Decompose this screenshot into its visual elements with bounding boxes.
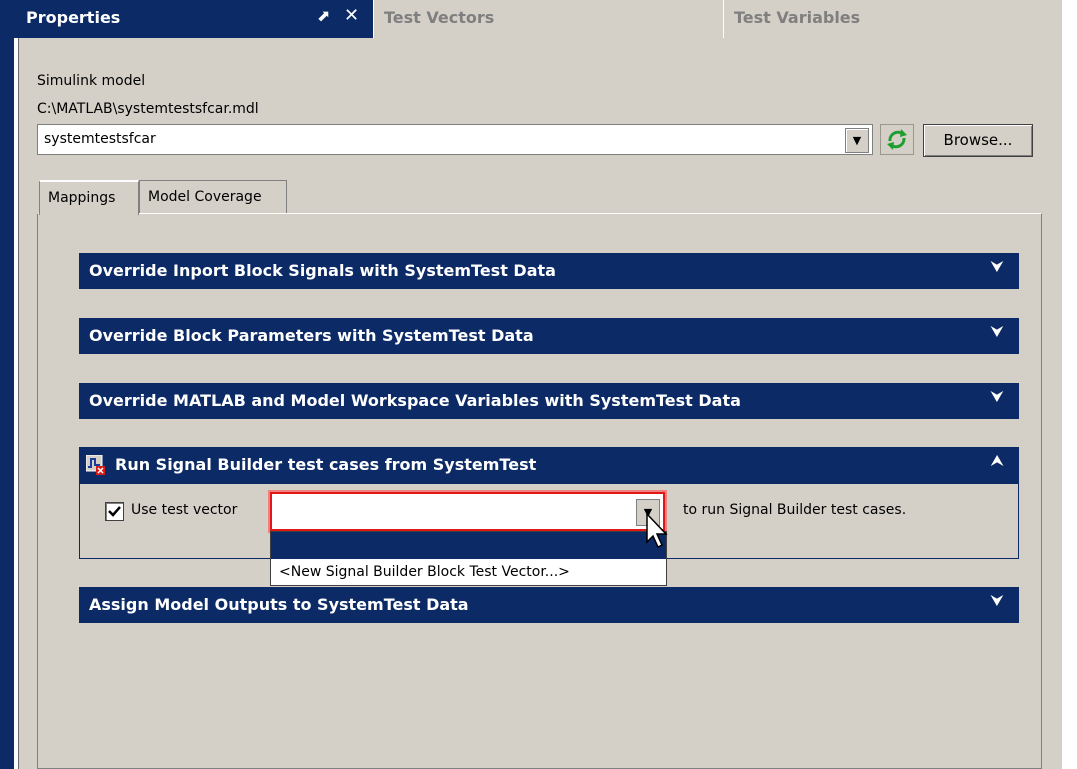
test-vector-dropdown-list: <New Signal Builder Block Test Vector...…: [270, 531, 667, 586]
section-params-header[interactable]: Override Block Parameters with SystemTes…: [79, 318, 1019, 354]
dropdown-option-new-test-vector[interactable]: <New Signal Builder Block Test Vector...…: [279, 564, 570, 580]
model-select[interactable]: systemtestsfcar ▼: [37, 124, 873, 155]
close-icon[interactable]: ✕: [344, 5, 359, 26]
chevron-down-double-icon[interactable]: ⮟: [991, 389, 1003, 405]
browse-button[interactable]: Browse...: [923, 124, 1033, 157]
tab-test-variables-label: Test Variables: [734, 8, 861, 27]
use-test-vector-label: Use test vector: [131, 502, 238, 518]
tab-model-coverage[interactable]: Model Coverage: [139, 180, 287, 214]
window-frame-right: [1062, 0, 1077, 769]
signal-builder-icon: [86, 455, 105, 475]
chevron-down-double-icon[interactable]: ⮟: [991, 259, 1003, 275]
section-outputs-header[interactable]: Assign Model Outputs to SystemTest Data …: [79, 587, 1019, 623]
tab-properties-label: Properties: [26, 8, 121, 27]
section-workspace-header[interactable]: Override MATLAB and Model Workspace Vari…: [79, 383, 1019, 419]
section-params-title: Override Block Parameters with SystemTes…: [89, 326, 534, 345]
tab-mappings[interactable]: Mappings: [39, 180, 139, 215]
tab-test-vectors-label: Test Vectors: [384, 8, 495, 27]
chevron-down-double-icon[interactable]: ⮟: [991, 324, 1003, 340]
refresh-icon: [887, 129, 907, 150]
section-outputs-title: Assign Model Outputs to SystemTest Data: [89, 595, 469, 614]
chevron-up-double-icon[interactable]: ⮝: [991, 453, 1003, 469]
section-inport-header[interactable]: Override Inport Block Signals with Syste…: [79, 253, 1019, 289]
simulink-model-label: Simulink model: [37, 73, 146, 89]
model-path: C:\MATLAB\systemtestsfcar.mdl: [37, 101, 259, 117]
tab-test-variables[interactable]: Test Variables: [723, 0, 1062, 38]
dropdown-option-empty[interactable]: [271, 532, 666, 559]
pin-icon[interactable]: ⬈: [317, 6, 330, 25]
section-workspace-title: Override MATLAB and Model Workspace Vari…: [89, 391, 741, 410]
test-vector-select[interactable]: ▼: [270, 492, 665, 531]
run-signal-builder-suffix: to run Signal Builder test cases.: [683, 502, 907, 518]
chevron-down-double-icon[interactable]: ⮟: [991, 593, 1003, 609]
dropdown-arrow-icon[interactable]: ▼: [845, 128, 869, 153]
use-test-vector-checkbox[interactable]: [105, 502, 124, 521]
tab-properties[interactable]: Properties ⬈ ✕: [14, 0, 373, 38]
section-inport-title: Override Inport Block Signals with Syste…: [89, 261, 556, 280]
tab-mappings-label: Mappings: [48, 190, 116, 206]
window-frame-left: [0, 0, 14, 769]
model-select-value: systemtestsfcar: [44, 131, 156, 147]
tab-model-coverage-label: Model Coverage: [148, 189, 262, 205]
tab-test-vectors[interactable]: Test Vectors: [373, 0, 723, 38]
refresh-button[interactable]: [880, 124, 914, 155]
section-signal-builder-header[interactable]: Run Signal Builder test cases from Syste…: [79, 447, 1019, 483]
mouse-cursor-icon: [646, 512, 668, 549]
checkmark-icon: [108, 506, 121, 517]
section-signal-builder-title: Run Signal Builder test cases from Syste…: [115, 455, 537, 474]
